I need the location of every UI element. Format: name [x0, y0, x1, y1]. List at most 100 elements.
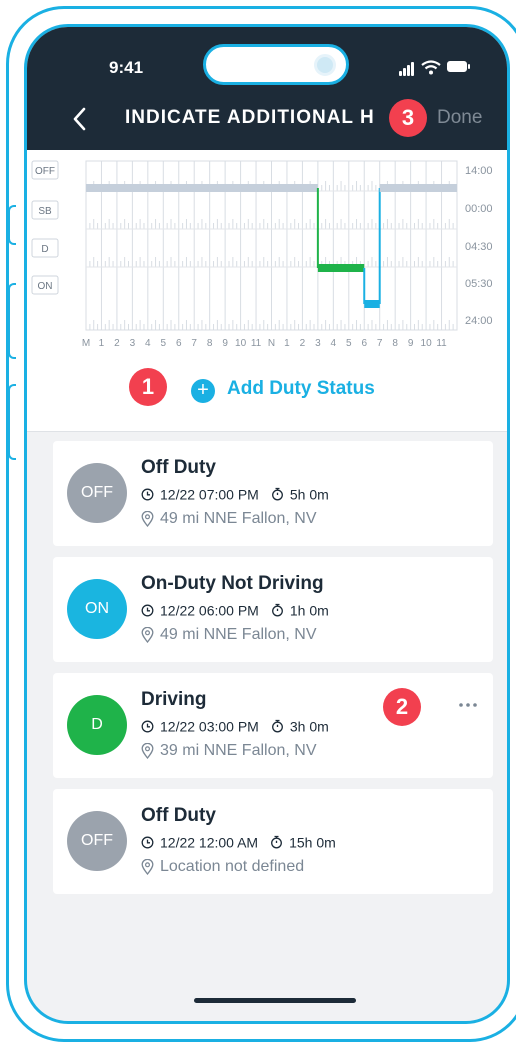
status-location: 49 mi NNE Fallon, NV: [141, 626, 317, 644]
chart-row-label: OFF: [35, 166, 55, 177]
chart-x-label: 9: [408, 338, 414, 349]
chart-x-label: M: [82, 338, 90, 349]
duty-status-card[interactable]: OFF Off Duty 12/22 07:00 PM 5h 0m 49 mi NNE …: [53, 441, 493, 546]
chart-row-label: D: [41, 244, 48, 255]
battery-icon: [447, 61, 467, 72]
stopwatch-icon: [271, 488, 283, 501]
status-location: 49 mi NNE Fallon, NV: [141, 510, 317, 528]
chart-x-label: 8: [207, 338, 213, 349]
duty-status-card[interactable]: D Driving 12/22 03:00 PM 3h 0m 39 mi NNE Fal…: [53, 673, 493, 778]
status-meta: 12/22 07:00 PM 5h 0m: [141, 485, 329, 503]
add-duty-status-label: Add Duty Status: [227, 378, 375, 399]
chart-x-label: 4: [331, 338, 337, 349]
status-meta: 12/22 12:00 AM 15h 0m: [141, 833, 336, 851]
camera-icon: [314, 54, 336, 76]
home-indicator: [194, 998, 356, 1003]
chart-x-label: 10: [421, 338, 433, 349]
chart-segment-off: [86, 184, 318, 192]
signal-icon: [411, 62, 414, 76]
stopwatch-icon: [271, 836, 283, 849]
dynamic-island: [203, 44, 349, 85]
more-options-icon[interactable]: [457, 697, 479, 707]
chart-x-label: 1: [284, 338, 290, 349]
phone-side-button: [8, 384, 16, 460]
signal-icon: [407, 65, 410, 76]
location-pin-icon: [141, 859, 154, 875]
clock-icon: [141, 488, 154, 501]
screen: 9:41 INDICATE ADDITIONAL H Done 3 OFF SB D…: [24, 24, 510, 1024]
step-badge-3: 3: [389, 99, 427, 137]
duty-log-chart: OFF SB D ON 14:00 00:00 04:30 05:30 24:00 M 1 2 3 4 5 6…: [27, 150, 507, 432]
chart-canvas: OFFSBDON14:0000:0004:3005:3024:00M 1 2 3 4 5 6…: [31, 160, 493, 349]
signal-icon: [399, 71, 402, 76]
chart-x-label: 9: [222, 338, 228, 349]
location-pin-icon: [141, 743, 154, 759]
status-location-text: 39 mi NNE Fallon, NV: [160, 742, 317, 759]
status-meta: 12/22 03:00 PM 3h 0m: [141, 717, 329, 735]
chart-x-label: 2: [114, 338, 120, 349]
status-title: Off Duty: [141, 805, 216, 826]
app-header: 9:41 INDICATE ADDITIONAL H Done 3: [27, 27, 507, 150]
plus-icon: +: [191, 379, 215, 403]
clock-icon: [141, 836, 154, 849]
battery-tip: [468, 64, 470, 69]
chart-x-label: 11: [436, 338, 447, 349]
signal-icon: [403, 68, 406, 76]
status-avatar: ON: [67, 579, 127, 639]
chart-total-label: 05:30: [465, 278, 493, 290]
status-start-time: 12/22 06:00 PM: [160, 602, 259, 619]
status-location-text: 49 mi NNE Fallon, NV: [160, 626, 317, 643]
chart-total-label: 04:30: [465, 241, 493, 253]
chart-row-label: SB: [38, 206, 52, 217]
chart-x-label: 8: [392, 338, 398, 349]
chart-segment-on: [364, 300, 380, 308]
chart-x-label: 6: [361, 338, 367, 349]
chart-total-label: 24:00: [465, 315, 493, 327]
location-pin-icon: [141, 627, 154, 643]
step-badge-1: 1: [129, 368, 167, 406]
chart-x-label: 5: [161, 338, 167, 349]
done-button[interactable]: Done: [437, 107, 482, 129]
status-location: Location not defined: [141, 858, 304, 876]
duty-status-card[interactable]: ON On-Duty Not Driving 12/22 06:00 PM 1h 0m…: [53, 557, 493, 662]
duty-status-card[interactable]: OFF Off Duty 12/22 12:00 AM 15h 0m Location …: [53, 789, 493, 894]
chart-x-label: 2: [300, 338, 306, 349]
chart-row-label: ON: [38, 281, 53, 292]
wifi-icon: [421, 60, 441, 75]
status-avatar: D: [67, 695, 127, 755]
chart-x-label: 5: [346, 338, 352, 349]
clock-icon: [141, 720, 154, 733]
phone-side-button: [8, 205, 16, 245]
stopwatch-icon: [271, 720, 283, 733]
status-time: 9:41: [109, 58, 144, 77]
clock-icon: [141, 604, 154, 617]
status-title: Driving: [141, 689, 207, 710]
chart-x-label: 10: [235, 338, 247, 349]
status-location-text: Location not defined: [160, 858, 305, 875]
back-icon[interactable]: [69, 105, 91, 133]
status-duration: 5h 0m: [289, 486, 329, 503]
chart-segment-off: [379, 184, 457, 192]
page-title: INDICATE ADDITIONAL H: [125, 107, 375, 128]
status-start-time: 12/22 03:00 PM: [160, 718, 259, 735]
status-avatar: OFF: [67, 463, 127, 523]
chart-total-label: 00:00: [465, 203, 493, 215]
chart-x-label: 1: [99, 338, 105, 349]
status-meta: 12/22 06:00 PM 1h 0m: [141, 601, 329, 619]
chart-x-label: 7: [191, 338, 197, 349]
phone-side-button: [8, 283, 16, 359]
chart-x-label: 3: [130, 338, 136, 349]
chart-x-label: 7: [377, 338, 383, 349]
status-title: Off Duty: [141, 457, 216, 478]
status-location-text: 49 mi NNE Fallon, NV: [160, 510, 317, 527]
chart-segment-d: [317, 264, 365, 272]
status-duration: 15h 0m: [289, 834, 336, 851]
status-start-time: 12/22 07:00 PM: [160, 486, 259, 503]
status-title: On-Duty Not Driving: [141, 573, 324, 594]
chart-total-label: 14:00: [465, 165, 493, 177]
status-location: 39 mi NNE Fallon, NV: [141, 742, 317, 760]
stopwatch-icon: [271, 604, 283, 617]
chart-x-label: N: [268, 338, 275, 349]
chart-x-label: 3: [315, 338, 321, 349]
status-duration: 1h 0m: [289, 602, 329, 619]
